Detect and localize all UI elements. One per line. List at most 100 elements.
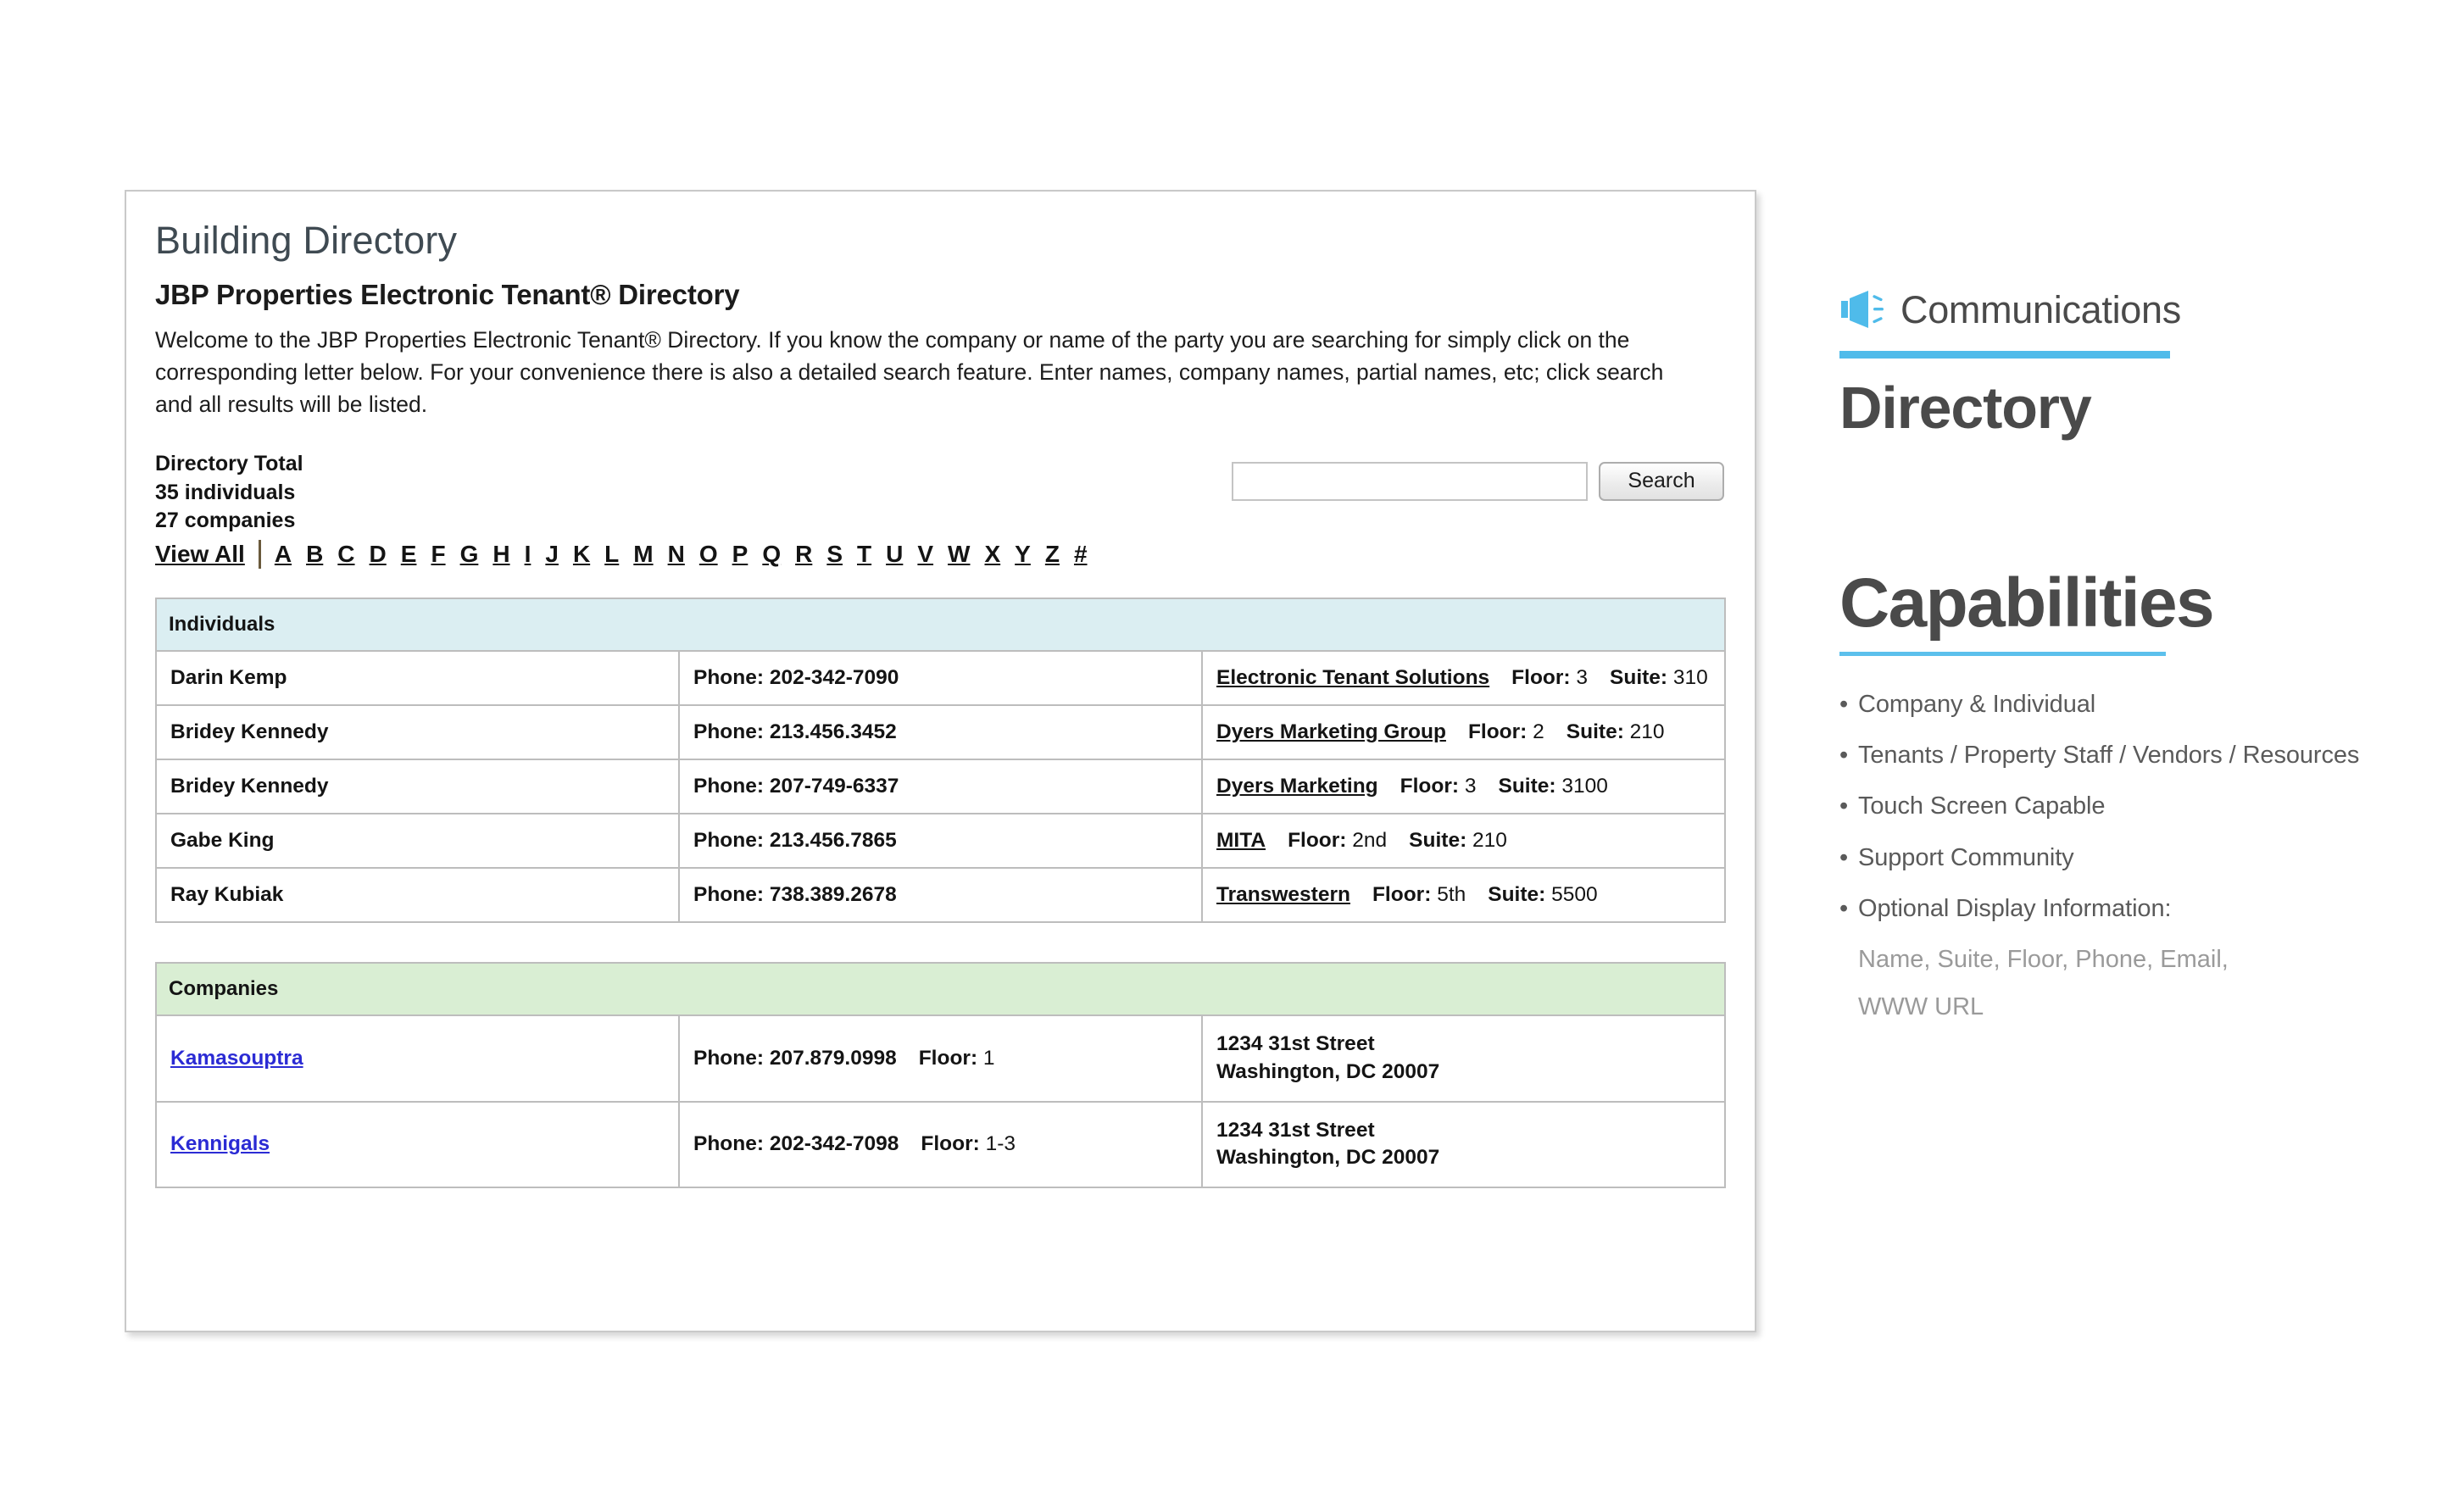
capability-label: Tenants / Property Staff / Vendors / Res… [1858, 741, 2360, 769]
capability-label: Touch Screen Capable [1858, 792, 2106, 820]
alpha-letter-q[interactable]: Q [762, 541, 781, 567]
suite-label-text: Suite: [1488, 882, 1546, 906]
company-link[interactable]: Dyers Marketing Group [1216, 720, 1446, 743]
bullet-marker: • [1839, 895, 1849, 923]
company-phone-cell: Phone: 207.879.0998 Floor: 1 [678, 1014, 1203, 1103]
view-all-link[interactable]: View All [155, 541, 245, 568]
company-link[interactable]: Kennigals [170, 1132, 270, 1155]
floor-label: Floor: 5th [1372, 883, 1466, 906]
floor-label-text: Floor: [921, 1132, 980, 1156]
alpha-letter-m[interactable]: M [633, 541, 653, 567]
individuals-section-label: Individuals [155, 597, 1726, 652]
side-panel: Communications Directory Capabilities • C… [1839, 280, 2399, 1039]
totals-companies: 27 companies [155, 509, 296, 533]
suite-label-text: Suite: [1409, 828, 1467, 852]
address-line-2: Washington, DC 20007 [1216, 1059, 1440, 1083]
capability-item: • Company & Individual [1839, 690, 2399, 720]
suite-label: Suite: 310 [1610, 666, 1708, 689]
alpha-letter-v[interactable]: V [917, 541, 933, 567]
alpha-letter-w[interactable]: W [948, 541, 970, 567]
alpha-letter-e[interactable]: E [401, 541, 417, 567]
optional-display-line: WWW URL [1858, 992, 1984, 1020]
company-phone-cell: Phone: 202-342-7098 Floor: 1-3 [678, 1100, 1203, 1189]
company-link[interactable]: MITA [1216, 829, 1266, 852]
optional-display-subtext: Name, Suite, Floor, Phone, Email, WWW URL [1858, 945, 2399, 1022]
alpha-letter-u[interactable]: U [886, 541, 903, 567]
individual-name: Gabe King [155, 812, 680, 869]
company-link[interactable]: Dyers Marketing [1216, 775, 1378, 798]
company-address-cell: 1234 31st Street Washington, DC 20007 [1201, 1014, 1726, 1103]
floor-value: 2nd [1352, 828, 1388, 852]
company-link[interactable]: Kamasouptra [170, 1047, 303, 1070]
alpha-letter-y[interactable]: Y [1015, 541, 1031, 567]
alpha-letter-k[interactable]: K [573, 541, 590, 567]
suite-label: Suite: 210 [1567, 720, 1665, 743]
floor-label: Floor: 2 [1468, 720, 1544, 743]
company-link[interactable]: Electronic Tenant Solutions [1216, 666, 1489, 689]
floor-value: 5th [1437, 882, 1466, 906]
alpha-letter-s[interactable]: S [826, 541, 843, 567]
page-root: Building Directory JBP Properties Electr… [0, 0, 2443, 1512]
communications-label: Communications [1900, 287, 2181, 331]
capability-item: • Tenants / Property Staff / Vendors / Re… [1839, 741, 2399, 770]
alpha-letter-d[interactable]: D [370, 541, 387, 567]
company-name-cell: Kamasouptra [155, 1014, 680, 1103]
suite-value: 210 [1629, 720, 1665, 743]
company-link[interactable]: Transwestern [1216, 883, 1350, 906]
communications-accent-rule [1839, 351, 2170, 359]
alpha-letter-r[interactable]: R [795, 541, 812, 567]
table-row: Ray Kubiak Phone: 738.389.2678 Transwester… [155, 866, 1726, 923]
individual-phone: Phone: 202-342-7090 [678, 649, 1203, 706]
address-line-1: 1234 31st Street [1216, 1031, 1375, 1055]
table-row: Bridey Kennedy Phone: 213.456.3452 Dyers M… [155, 703, 1726, 760]
megaphone-icon [1841, 291, 1884, 328]
floor-label-text: Floor: [1511, 665, 1571, 689]
alpha-letter-j[interactable]: J [545, 541, 559, 567]
alpha-letter-o[interactable]: O [699, 541, 718, 567]
alpha-letter-h[interactable]: H [492, 541, 509, 567]
individual-name: Bridey Kennedy [155, 758, 680, 814]
address-line-1: 1234 31st Street [1216, 1118, 1375, 1142]
suite-value: 210 [1472, 828, 1507, 852]
bullet-marker: • [1839, 741, 1849, 769]
floor-label: Floor: 1 [919, 1047, 995, 1070]
alpha-letter-n[interactable]: N [668, 541, 685, 567]
individual-name: Darin Kemp [155, 649, 680, 706]
search-button[interactable]: Search [1599, 461, 1724, 501]
suite-label: Suite: 210 [1409, 829, 1507, 852]
floor-label: Floor: 1-3 [921, 1132, 1016, 1155]
company-phone: Phone: 202-342-7098 [693, 1132, 899, 1156]
company-name-cell: Kennigals [155, 1100, 680, 1189]
alpha-letter-a[interactable]: A [275, 541, 292, 567]
capabilities-accent-rule [1839, 651, 2166, 656]
alpha-letter-i[interactable]: I [525, 541, 531, 567]
capability-label: Company & Individual [1858, 690, 2096, 718]
individuals-table: Individuals Darin Kemp Phone: 202-342-709… [155, 597, 1726, 923]
alpha-letter-g[interactable]: G [460, 541, 479, 567]
capability-item: • Optional Display Information: [1839, 894, 2399, 924]
company-address-cell: 1234 31st Street Washington, DC 20007 [1201, 1100, 1726, 1189]
individual-phone: Phone: 213.456.3452 [678, 703, 1203, 760]
alpha-letter-z[interactable]: Z [1045, 541, 1060, 567]
floor-label: Floor: 2nd [1288, 829, 1387, 852]
floor-label: Floor: 3 [1400, 775, 1477, 798]
individual-name: Bridey Kennedy [155, 703, 680, 760]
alpha-letter-f[interactable]: F [431, 541, 445, 567]
alpha-letter-p[interactable]: P [732, 541, 748, 567]
floor-label-text: Floor: [918, 1046, 978, 1070]
alpha-letter-t[interactable]: T [857, 541, 871, 567]
alpha-letter-c[interactable]: C [337, 541, 354, 567]
alpha-letter-x[interactable]: X [984, 541, 1000, 567]
capabilities-block: Capabilities • Company & Individual • Tenan… [1839, 566, 2399, 1023]
suite-value: 3100 [1561, 774, 1608, 798]
alpha-letter-hash[interactable]: # [1074, 541, 1088, 567]
alpha-letter-l[interactable]: L [604, 541, 619, 567]
communications-kicker: Communications [1839, 280, 2399, 339]
individual-company-info: Dyers Marketing Floor: 3 Suite: 3100 [1201, 758, 1726, 814]
floor-value: 1-3 [985, 1132, 1016, 1156]
floor-value: 3 [1576, 665, 1589, 689]
alpha-letter-b[interactable]: B [306, 541, 323, 567]
suite-label-text: Suite: [1566, 720, 1624, 743]
table-row: Kennigals Phone: 202-342-7098 Floor: 1-3 12… [155, 1100, 1726, 1189]
search-input[interactable] [1232, 461, 1588, 501]
